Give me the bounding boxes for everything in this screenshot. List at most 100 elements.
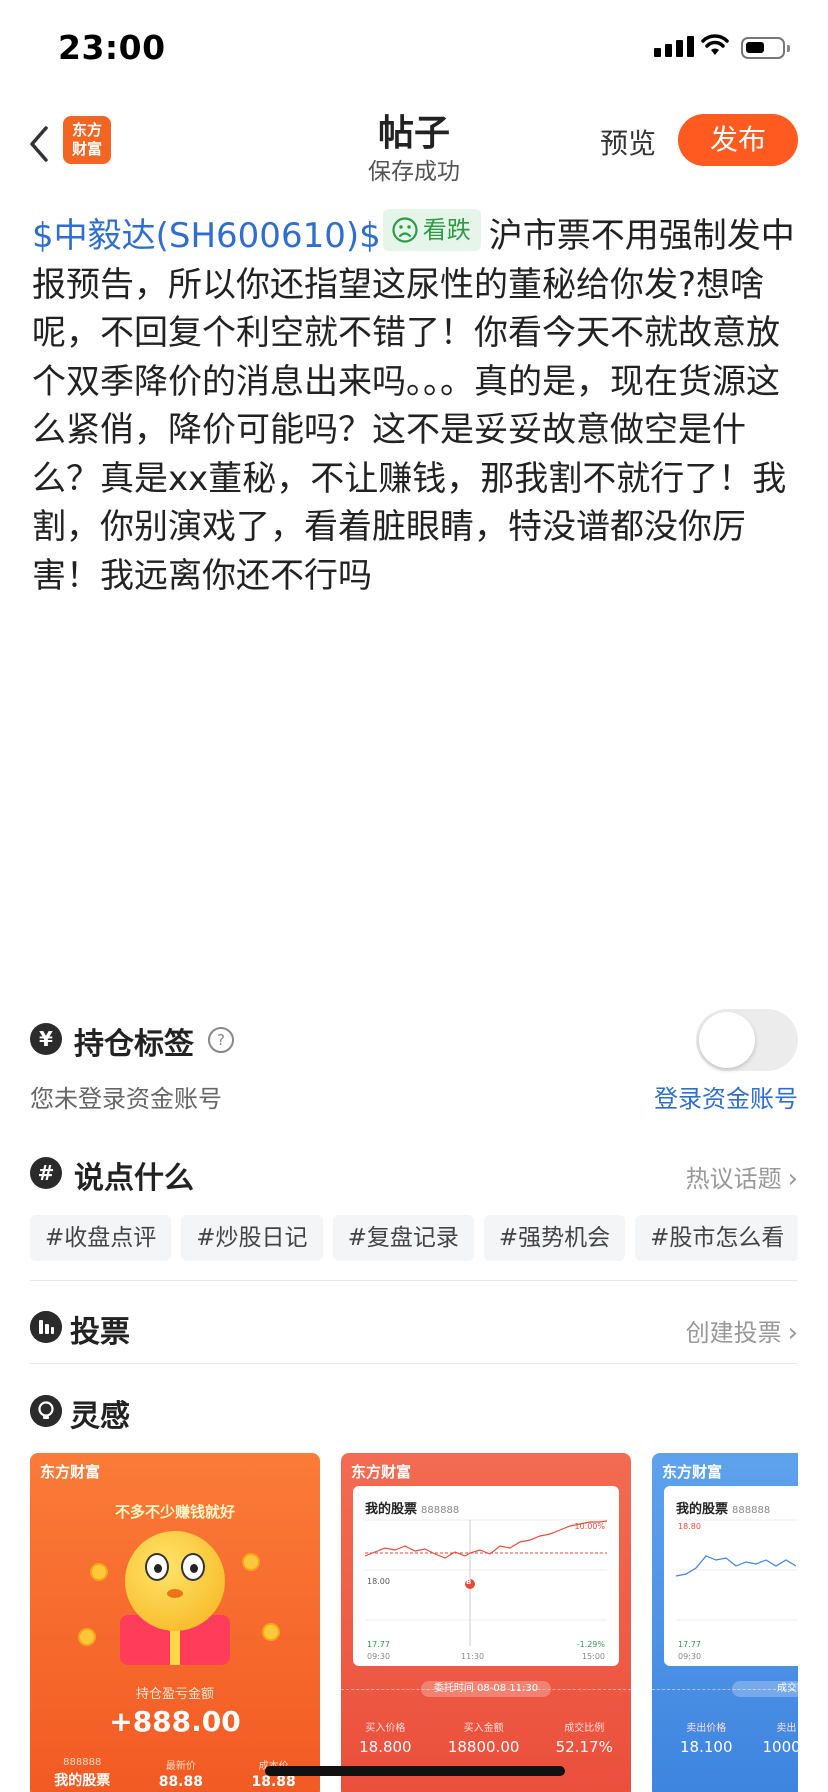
panel-title: 我的股票 888888 (676, 1498, 770, 1517)
x-label: 09:30 (367, 1652, 391, 1661)
inspiration-card[interactable]: 东方财富 我的股票 888888 18.00 17.77 10.00% -1.29… (341, 1453, 631, 1792)
y-high-label: 18.80 (678, 1522, 701, 1531)
stat-value: 18.88 (251, 1774, 296, 1790)
mascot-illustration (125, 1531, 225, 1631)
topic-chip[interactable]: #股市怎么看 (635, 1215, 798, 1261)
sentiment-tag[interactable]: 看跌 (382, 209, 481, 251)
stat-label: 买入金额 (463, 1723, 504, 1734)
publish-button[interactable]: 发布 (678, 114, 798, 166)
stat: 卖出 10000 (763, 1719, 799, 1756)
hot-topics-label: 热议话题 (685, 1165, 782, 1193)
x-label: 09:30 (678, 1652, 702, 1661)
stat-value: 18.800 (359, 1738, 412, 1756)
lightbulb-icon (30, 1395, 62, 1427)
create-vote-label: 创建投票 (685, 1319, 782, 1347)
x-label: 11:30 (461, 1652, 485, 1661)
holding-tag-title: 持仓标签 (74, 1027, 194, 1062)
card-brand: 东方财富 (351, 1463, 412, 1481)
card-slogan: 不多不少赚钱就好 (114, 1503, 235, 1521)
toggle-knob (699, 1012, 755, 1068)
topic-chip[interactable]: #收盘点评 (30, 1215, 172, 1261)
card-brand: 东方财富 (662, 1463, 723, 1481)
stat-value: 我的股票 (54, 1773, 111, 1789)
stat-value: 52.17% (555, 1738, 613, 1756)
divider (30, 1363, 798, 1364)
topic-chip[interactable]: #复盘记录 (332, 1215, 474, 1261)
stat-label: 最新价 (165, 1761, 196, 1772)
account-hint: 您未登录资金账号 (30, 1085, 222, 1113)
hot-topics-link[interactable]: 热议话题 › (686, 1159, 798, 1194)
nav-bar: 东方 财富 帖子 保存成功 预览 发布 (0, 100, 828, 200)
coin-icon (90, 1563, 108, 1581)
y-low-label: 17.77 (678, 1640, 701, 1649)
post-editor[interactable]: $中毅达(SH600610)$ 看跌 沪市票不用强制发中报预告，所以你还指望这尿性的… (32, 209, 802, 600)
panel-title-text: 我的股票 (676, 1502, 729, 1517)
y-high-label: 18.00 (367, 1577, 390, 1586)
stat-label: 买入价格 (365, 1723, 406, 1734)
holding-tag-row: ¥ 持仓标签 ? (30, 1009, 798, 1071)
buy-marker: B (466, 1578, 472, 1586)
say-something-title: 说点什么 (74, 1161, 194, 1196)
stat-value: 88.88 (158, 1774, 203, 1790)
wifi-icon (701, 34, 729, 55)
account-row: 您未登录资金账号 登录资金账号 (30, 1079, 798, 1113)
preview-button[interactable]: 预览 (600, 122, 656, 162)
topic-chip[interactable]: #炒股日记 (181, 1215, 323, 1261)
coin-icon (262, 1623, 280, 1641)
say-something-row: # 说点什么 热议话题 › (30, 1153, 798, 1196)
post-body-text: 沪市票不用强制发中报预告，所以你还指望这尿性的董秘给你发?想啥呢，不回复个利空就… (32, 216, 795, 596)
stat-value: 18800.00 (447, 1738, 520, 1756)
inspiration-cards: 东方财富 不多不少赚钱就好 持仓盈亏金额 +888.00 888888 我的股票 … (30, 1453, 798, 1792)
stat-label: 卖出 (776, 1723, 797, 1734)
topic-chips: #收盘点评 #炒股日记 #复盘记录 #强势机会 #股市怎么看 (30, 1215, 798, 1263)
holding-tag-toggle[interactable] (696, 1009, 798, 1071)
panel-code: 888888 (732, 1505, 771, 1516)
stat-label: 卖出价格 (686, 1723, 727, 1734)
card-stats: 卖出价格 18.100 卖出 10000 (652, 1719, 798, 1756)
panel-title: 我的股票 888888 (365, 1498, 459, 1517)
stat: 买入金额 18800.00 (448, 1719, 520, 1756)
trade-time: 成交时间 (732, 1681, 798, 1697)
status-time: 23:00 (58, 28, 166, 67)
hash-icon: # (30, 1157, 62, 1189)
card-brand: 东方财富 (40, 1463, 101, 1481)
inspiration-card[interactable]: 东方财富 我的股票888888 18.80 17.77 09:30 成交时间 卖… (652, 1453, 798, 1792)
topic-chip[interactable]: #强势机会 (483, 1215, 626, 1261)
card-stats: 买入价格 18.800 买入金额 18800.00 成交比例 52.17% (341, 1719, 631, 1756)
pnl-label: 持仓盈亏金额 (135, 1687, 214, 1702)
signal-icon (654, 36, 694, 57)
help-icon[interactable]: ? (208, 1027, 234, 1053)
stock-tag[interactable]: $中毅达(SH600610)$ (32, 216, 381, 256)
stat: 888888 我的股票 (54, 1757, 110, 1790)
stat-value: 10000 (762, 1738, 799, 1756)
panel-title-text: 我的股票 (365, 1502, 418, 1517)
divider (30, 1280, 798, 1281)
panel-code: 888888 (421, 1505, 460, 1516)
stat-value: 18.100 (680, 1738, 733, 1756)
inspiration-title: 灵感 (70, 1399, 130, 1434)
chevron-right-icon: › (787, 1164, 798, 1194)
x-label: 15:00 (581, 1652, 605, 1661)
pnl-value: +888.00 (109, 1705, 241, 1738)
home-indicator (265, 1766, 565, 1776)
coin-icon (242, 1553, 260, 1571)
login-account-link[interactable]: 登录资金账号 (654, 1079, 798, 1114)
sad-face-icon (392, 217, 418, 243)
inspiration-card[interactable]: 东方财富 不多不少赚钱就好 持仓盈亏金额 +888.00 888888 我的股票 … (30, 1453, 320, 1792)
vote-row: 投票 创建投票 › (30, 1307, 798, 1350)
coin-icon (78, 1628, 96, 1646)
sentiment-label: 看跌 (422, 216, 471, 244)
stat-label: 888888 (63, 1757, 102, 1768)
stat: 卖出价格 18.100 (680, 1719, 733, 1756)
order-time: 委托时间 08-08 11:30 (421, 1681, 551, 1697)
stat: 买入价格 18.800 (359, 1719, 412, 1756)
y-low-label: 17.77 (367, 1640, 390, 1649)
stat-label: 成交比例 (564, 1723, 605, 1734)
stock-chart-panel: 我的股票 888888 18.00 17.77 10.00% -1.29% 09:… (353, 1486, 619, 1666)
create-vote-link[interactable]: 创建投票 › (686, 1313, 798, 1348)
chevron-right-icon: › (787, 1318, 798, 1348)
pct-high-label: 10.00% (574, 1522, 605, 1531)
yen-icon: ¥ (30, 1023, 62, 1055)
inspiration-row: 灵感 (30, 1391, 798, 1434)
pct-low-label: -1.29% (576, 1640, 605, 1649)
